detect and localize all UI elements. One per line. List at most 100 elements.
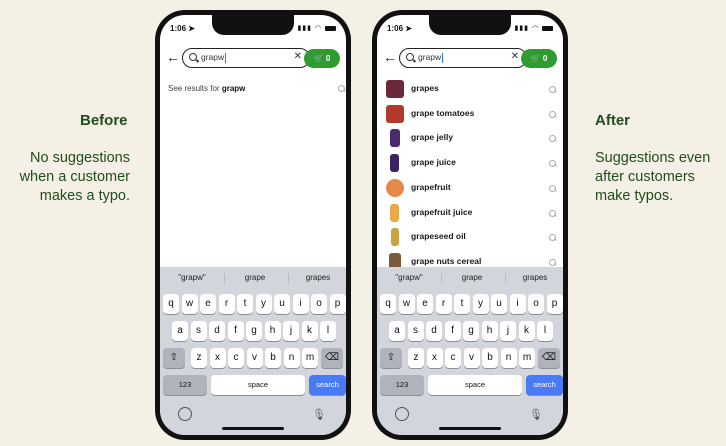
numbers-key[interactable]: 123 xyxy=(380,375,424,395)
emoji-icon[interactable] xyxy=(395,407,409,421)
key-a[interactable]: a xyxy=(389,321,405,341)
search-icon xyxy=(549,184,556,192)
key-g[interactable]: g xyxy=(463,321,479,341)
key-s[interactable]: s xyxy=(407,321,424,341)
suggestion-item[interactable]: grapefruit juice xyxy=(377,201,563,225)
key-z[interactable]: z xyxy=(191,348,207,368)
suggestion-item[interactable]: grapefruit xyxy=(377,176,563,200)
key-w[interactable]: w xyxy=(398,294,415,314)
key-v[interactable]: v xyxy=(463,348,480,368)
cart-button[interactable]: 🛒 0 xyxy=(304,49,340,68)
suggestion-item[interactable]: grape jelly xyxy=(377,126,563,150)
key-x[interactable]: x xyxy=(209,348,226,368)
key-n[interactable]: n xyxy=(500,348,517,368)
key-z[interactable]: z xyxy=(408,348,424,368)
key-f[interactable]: f xyxy=(444,321,461,341)
key-c[interactable]: c xyxy=(445,348,461,368)
prediction-1[interactable]: "grapw" xyxy=(379,273,439,282)
prediction-2[interactable]: grape xyxy=(225,273,285,282)
key-k[interactable]: k xyxy=(301,321,318,341)
back-arrow-icon[interactable]: ← xyxy=(166,49,180,65)
key-q[interactable]: q xyxy=(163,294,179,314)
key-v[interactable]: v xyxy=(246,348,263,368)
product-thumbnail xyxy=(386,80,404,98)
suggestion-item[interactable]: grape tomatoes xyxy=(377,102,563,126)
search-icon xyxy=(549,234,556,242)
prediction-3[interactable]: grapes xyxy=(505,273,563,282)
clear-icon[interactable]: ✕ xyxy=(511,51,519,62)
shift-key[interactable]: ⇧ xyxy=(163,348,185,368)
clear-icon[interactable]: ✕ xyxy=(294,51,302,62)
key-u[interactable]: u xyxy=(491,294,507,314)
suggestion-item[interactable]: grapeseed oil xyxy=(377,225,563,249)
key-h[interactable]: h xyxy=(481,321,498,341)
key-c[interactable]: c xyxy=(228,348,244,368)
prediction-3[interactable]: grapes xyxy=(288,273,346,282)
key-e[interactable]: e xyxy=(417,294,433,314)
search-input[interactable]: grapw ✕ xyxy=(399,48,527,68)
shift-key[interactable]: ⇧ xyxy=(380,348,402,368)
key-w[interactable]: w xyxy=(181,294,198,314)
key-p[interactable]: p xyxy=(329,294,346,314)
key-x[interactable]: x xyxy=(426,348,443,368)
key-o[interactable]: o xyxy=(528,294,544,314)
key-o[interactable]: o xyxy=(311,294,327,314)
prediction-bar: "grapw" grape grapes xyxy=(160,267,346,289)
key-b[interactable]: b xyxy=(482,348,498,368)
search-icon xyxy=(549,135,556,143)
key-l[interactable]: l xyxy=(320,321,336,341)
key-m[interactable]: m xyxy=(302,348,318,368)
suggestion-label: grapefruit xyxy=(411,181,451,192)
key-r[interactable]: r xyxy=(218,294,235,314)
key-a[interactable]: a xyxy=(172,321,188,341)
product-thumbnail xyxy=(390,129,400,148)
back-arrow-icon[interactable]: ← xyxy=(383,49,397,65)
microphone-icon[interactable]: 🎙 xyxy=(529,408,543,421)
delete-key[interactable]: ⌫ xyxy=(321,348,343,368)
search-icon xyxy=(549,110,556,118)
search-icon xyxy=(549,160,556,168)
search-key[interactable]: search xyxy=(309,375,346,395)
key-j[interactable]: j xyxy=(500,321,516,341)
key-r[interactable]: r xyxy=(435,294,452,314)
microphone-icon[interactable]: 🎙 xyxy=(312,408,326,421)
key-i[interactable]: i xyxy=(509,294,526,314)
key-k[interactable]: k xyxy=(518,321,535,341)
space-key[interactable]: space xyxy=(211,375,305,395)
prediction-1[interactable]: "grapw" xyxy=(162,273,222,282)
prediction-2[interactable]: grape xyxy=(442,273,502,282)
key-p[interactable]: p xyxy=(546,294,563,314)
key-u[interactable]: u xyxy=(274,294,290,314)
key-d[interactable]: d xyxy=(209,321,225,341)
key-s[interactable]: s xyxy=(190,321,207,341)
see-results-row[interactable]: See results for grapw xyxy=(168,84,245,93)
suggestion-item[interactable]: grape juice xyxy=(377,151,563,175)
key-y[interactable]: y xyxy=(472,294,489,314)
status-time: 1:06 ➤ xyxy=(387,24,412,33)
key-g[interactable]: g xyxy=(246,321,262,341)
key-h[interactable]: h xyxy=(264,321,281,341)
delete-key[interactable]: ⌫ xyxy=(538,348,560,368)
space-key[interactable]: space xyxy=(428,375,522,395)
key-q[interactable]: q xyxy=(380,294,396,314)
text-caret xyxy=(225,52,227,63)
key-i[interactable]: i xyxy=(292,294,309,314)
numbers-key[interactable]: 123 xyxy=(163,375,207,395)
cart-button[interactable]: 🛒 0 xyxy=(521,49,557,68)
key-m[interactable]: m xyxy=(519,348,535,368)
search-input[interactable]: grapw ✕ xyxy=(182,48,310,68)
key-e[interactable]: e xyxy=(200,294,216,314)
phone-screen: 1:06 ➤ ▮▮▮ ◠ ← grapw ✕ 🛒 0 See results f… xyxy=(160,15,346,435)
key-t[interactable]: t xyxy=(454,294,470,314)
suggestion-item[interactable]: grapes xyxy=(377,77,563,101)
key-d[interactable]: d xyxy=(426,321,442,341)
key-j[interactable]: j xyxy=(283,321,299,341)
key-t[interactable]: t xyxy=(237,294,253,314)
key-n[interactable]: n xyxy=(283,348,300,368)
search-key[interactable]: search xyxy=(526,375,563,395)
key-l[interactable]: l xyxy=(537,321,553,341)
key-b[interactable]: b xyxy=(265,348,281,368)
key-f[interactable]: f xyxy=(227,321,244,341)
key-y[interactable]: y xyxy=(255,294,272,314)
emoji-icon[interactable] xyxy=(178,407,192,421)
